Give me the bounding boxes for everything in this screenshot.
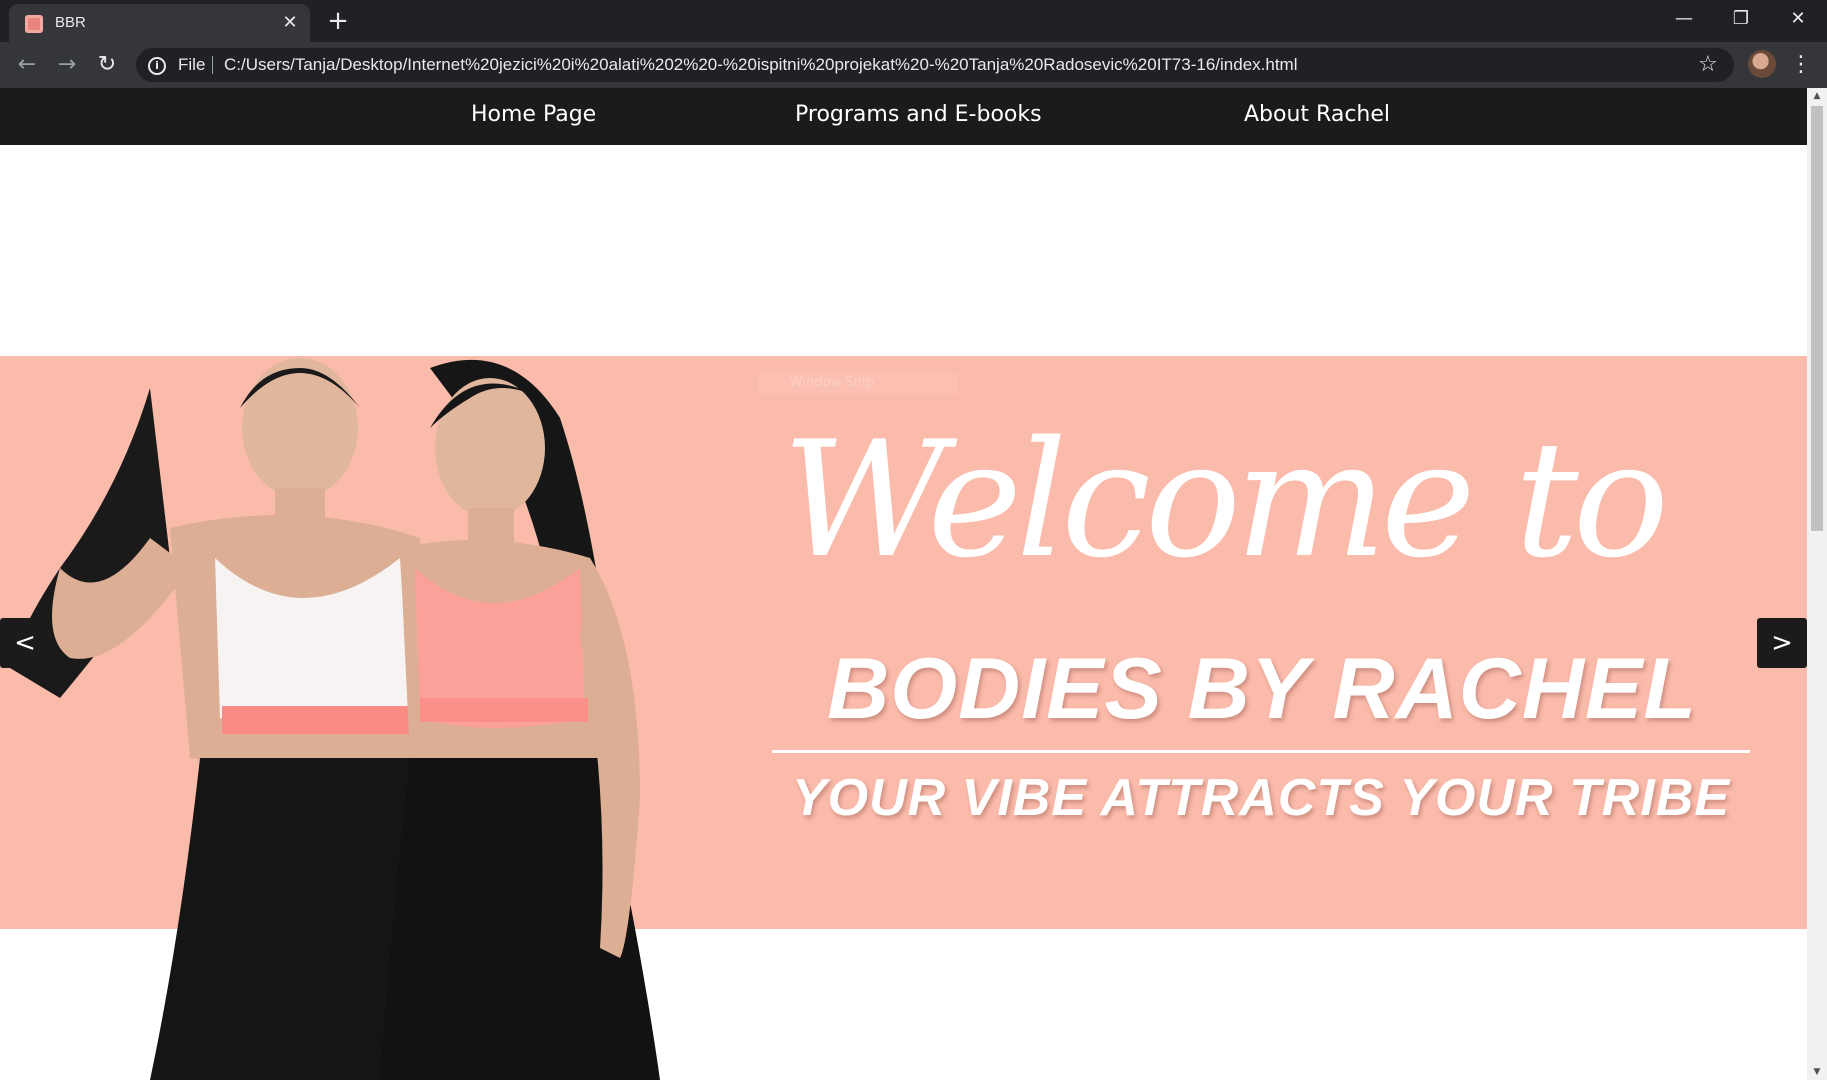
- favicon-icon: [25, 15, 43, 33]
- scheme-label: File: [178, 55, 206, 74]
- tab-close-icon[interactable]: ✕: [279, 12, 301, 34]
- back-button[interactable]: ←: [12, 50, 42, 80]
- left-model-figure: [10, 358, 430, 1080]
- slider-next-button[interactable]: >: [1757, 618, 1807, 668]
- hero-script-title: Welcome to: [782, 406, 1669, 593]
- slider-prev-button[interactable]: <: [0, 618, 50, 668]
- scroll-thumb[interactable]: [1811, 106, 1823, 531]
- window-snip-overlay: Window Snip: [758, 372, 958, 394]
- browser-toolbar: ← → ↻ i File C:/Users/Tanja/Desktop/Inte…: [0, 42, 1827, 88]
- scroll-down-arrow-icon[interactable]: ▼: [1807, 1064, 1827, 1080]
- right-model-figure: [380, 359, 660, 1080]
- browser-tab[interactable]: BBR ✕: [9, 4, 310, 42]
- hero-brand-title: BODIES BY RACHEL: [827, 641, 1697, 737]
- minimize-button[interactable]: —: [1656, 0, 1712, 38]
- site-nav: Home Page Programs and E-books About Rac…: [0, 88, 1807, 145]
- profile-avatar[interactable]: [1748, 50, 1776, 78]
- tab-title: BBR: [55, 14, 86, 31]
- forward-button[interactable]: →: [52, 50, 82, 80]
- address-bar[interactable]: i File C:/Users/Tanja/Desktop/Internet%2…: [136, 48, 1734, 82]
- new-tab-button[interactable]: +: [324, 8, 352, 36]
- info-icon[interactable]: i: [148, 57, 166, 75]
- hero-tagline: YOUR VIBE ATTRACTS YOUR TRIBE: [791, 769, 1731, 827]
- hero-divider: [772, 750, 1750, 753]
- page-scrollbar[interactable]: ▲ ▼: [1807, 88, 1827, 1080]
- restore-button[interactable]: ❐: [1713, 0, 1769, 38]
- browser-menu-icon[interactable]: ⋮: [1790, 50, 1812, 80]
- scroll-up-arrow-icon[interactable]: ▲: [1807, 88, 1827, 104]
- reload-button[interactable]: ↻: [92, 50, 122, 80]
- models-photo: [10, 358, 660, 1080]
- window-close-button[interactable]: ✕: [1770, 0, 1826, 38]
- nav-about-rachel[interactable]: About Rachel: [1244, 102, 1390, 127]
- nav-programs-ebooks[interactable]: Programs and E-books: [795, 102, 1042, 127]
- bookmark-star-icon[interactable]: ☆: [1698, 52, 1718, 77]
- url-text[interactable]: C:/Users/Tanja/Desktop/Internet%20jezici…: [224, 55, 1297, 75]
- nav-home-page[interactable]: Home Page: [471, 102, 596, 127]
- omnibox-separator: [212, 56, 213, 74]
- tab-strip: BBR ✕ + — ❐ ✕: [0, 0, 1827, 42]
